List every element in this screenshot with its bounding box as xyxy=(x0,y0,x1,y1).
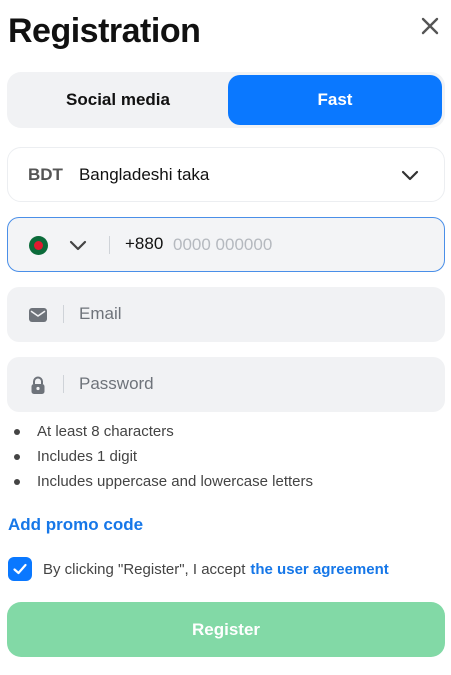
currency-code: BDT xyxy=(28,164,63,184)
divider xyxy=(63,375,64,393)
list-item: Includes uppercase and lowercase letters xyxy=(14,472,313,497)
divider xyxy=(63,305,64,323)
phone-country-code: +880 xyxy=(125,234,164,253)
close-icon[interactable] xyxy=(418,14,442,38)
password-field xyxy=(7,357,445,412)
phone-field: +880 xyxy=(7,217,445,272)
chevron-down-icon xyxy=(401,170,419,181)
checkmark-icon xyxy=(13,563,27,575)
divider xyxy=(109,236,110,254)
bangladesh-flag-icon[interactable] xyxy=(29,236,48,255)
list-item: Includes 1 digit xyxy=(14,447,313,472)
agreement-row: By clicking "Register", I accept the use… xyxy=(8,557,389,581)
chevron-down-icon[interactable] xyxy=(68,236,88,256)
user-agreement-link[interactable]: the user agreement xyxy=(250,561,388,578)
currency-name: Bangladeshi taka xyxy=(78,164,210,184)
registration-method-tabs: Social media Fast xyxy=(7,72,445,128)
password-rules-list: At least 8 characters Includes 1 digit I… xyxy=(14,422,313,497)
tab-fast[interactable]: Fast xyxy=(228,75,442,125)
register-button[interactable]: Register xyxy=(7,602,445,657)
email-field xyxy=(7,287,445,342)
list-item: At least 8 characters xyxy=(14,422,313,447)
agreement-checkbox[interactable] xyxy=(8,557,32,581)
email-input[interactable] xyxy=(79,299,419,329)
envelope-icon xyxy=(29,308,47,322)
agreement-text: By clicking "Register", I accept xyxy=(43,560,246,578)
page-title: Registration xyxy=(8,12,201,50)
currency-select[interactable]: BDT Bangladeshi taka xyxy=(7,147,445,202)
add-promo-code-link[interactable]: Add promo code xyxy=(8,515,143,535)
phone-input[interactable] xyxy=(173,230,423,260)
tab-social-media[interactable]: Social media xyxy=(10,75,226,125)
password-input[interactable] xyxy=(79,369,419,399)
lock-icon xyxy=(31,376,45,394)
